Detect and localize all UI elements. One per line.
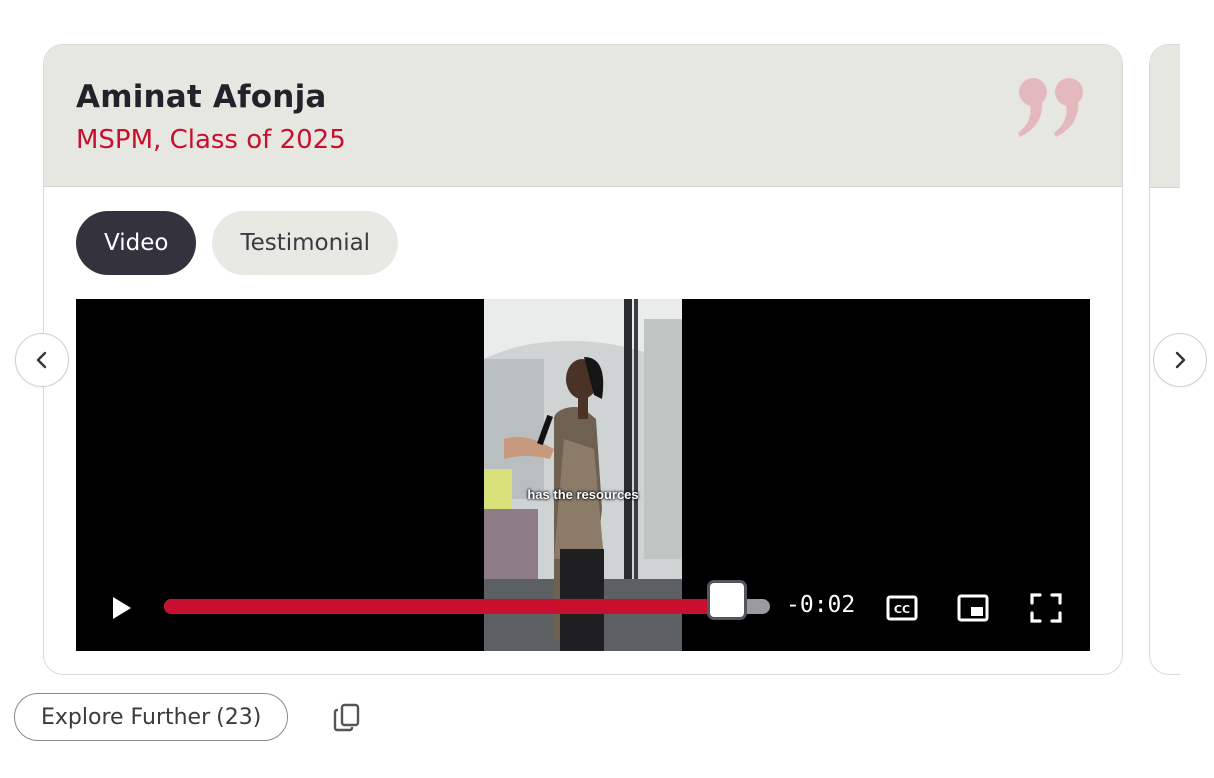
video-controls: -0:02 CC xyxy=(76,580,1090,631)
testimonial-card: Aminat Afonja MSPM, Class of 2025 Video … xyxy=(43,44,1123,675)
student-name: Aminat Afonja xyxy=(76,79,327,115)
picture-in-picture-icon[interactable] xyxy=(956,591,990,625)
carousel-prev-button[interactable] xyxy=(15,333,69,387)
time-remaining: -0:02 xyxy=(786,592,856,618)
progress-thumb[interactable] xyxy=(706,580,747,620)
video-player[interactable]: has the resources -0:02 CC xyxy=(76,299,1090,651)
chevron-right-icon xyxy=(1175,351,1186,369)
video-caption: has the resources xyxy=(527,487,639,502)
quote-icon xyxy=(1018,78,1083,137)
tab-testimonial[interactable]: Testimonial xyxy=(212,211,399,275)
carousel-next-button[interactable] xyxy=(1153,333,1207,387)
progress-bar[interactable] xyxy=(164,580,770,620)
svg-text:CC: CC xyxy=(894,603,910,616)
tab-video[interactable]: Video xyxy=(76,211,197,275)
play-icon[interactable] xyxy=(106,593,136,623)
fullscreen-icon[interactable] xyxy=(1029,591,1063,625)
media-tabs: Video Testimonial xyxy=(76,211,399,275)
card-header: Aminat Afonja MSPM, Class of 2025 xyxy=(44,45,1122,187)
explore-further-label: Explore Further xyxy=(41,704,211,730)
explore-further-count: (23) xyxy=(216,704,262,730)
carousel-clip xyxy=(1180,0,1214,778)
closed-captions-icon[interactable]: CC xyxy=(885,591,919,625)
progress-fill xyxy=(164,599,728,614)
chevron-left-icon xyxy=(36,351,47,369)
copy-icon[interactable] xyxy=(330,700,364,734)
student-program: MSPM, Class of 2025 xyxy=(76,125,346,155)
explore-further-button[interactable]: Explore Further (23) xyxy=(14,693,289,741)
